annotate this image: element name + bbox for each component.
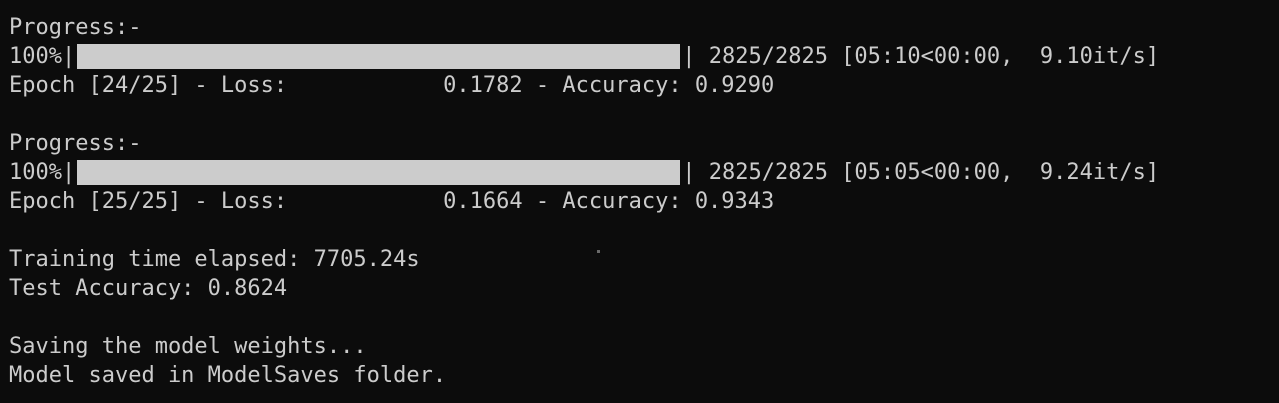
saved-message: Model saved in ModelSaves folder. bbox=[9, 363, 447, 388]
bar-left-edge: | bbox=[61, 160, 76, 185]
progress-bar-fill bbox=[77, 44, 681, 69]
progress-stats: 2825/2825 [05:10<00:00, 9.10it/s] bbox=[708, 44, 1160, 69]
saving-message: Saving the model weights... bbox=[9, 334, 367, 359]
progress-percent: 100% bbox=[9, 44, 62, 69]
progress-label: Progress:- bbox=[9, 15, 142, 40]
progress-bar bbox=[77, 44, 681, 69]
progress-percent: 100% bbox=[9, 160, 62, 185]
training-time: Training time elapsed: 7705.24s bbox=[9, 247, 420, 272]
terminal-output[interactable]: Progress:- 100% | | 2825/2825 [05:10<00:00… bbox=[0, 0, 1279, 403]
epoch-line: Epoch [25/25] - Loss: 0.1664 - Accuracy: … bbox=[9, 187, 774, 216]
test-accuracy: Test Accuracy: 0.8624 bbox=[9, 276, 288, 301]
bar-left-edge: | bbox=[61, 44, 76, 69]
epoch-metrics: 0.1782 - Accuracy: 0.9290 bbox=[443, 73, 775, 98]
progress-label: Progress:- bbox=[9, 131, 142, 156]
bar-right-edge: | bbox=[682, 160, 696, 185]
stray-pixel bbox=[597, 250, 600, 253]
epoch-line: Epoch [24/25] - Loss: 0.1782 - Accuracy: … bbox=[9, 71, 774, 100]
epoch-metrics: 0.1664 - Accuracy: 0.9343 bbox=[443, 189, 775, 214]
progress-line: 100% | | 2825/2825 [05:05<00:00, 9.24it/s] bbox=[9, 158, 1159, 187]
progress-line: 100% | | 2825/2825 [05:10<00:00, 9.10it/s] bbox=[9, 42, 1159, 71]
progress-stats: 2825/2825 [05:05<00:00, 9.24it/s] bbox=[708, 160, 1160, 185]
progress-bar-fill bbox=[77, 160, 681, 185]
epoch-label: Epoch [25/25] - Loss: bbox=[9, 189, 288, 214]
epoch-label: Epoch [24/25] - Loss: bbox=[9, 73, 288, 98]
bar-right-edge: | bbox=[682, 44, 696, 69]
progress-bar bbox=[77, 160, 681, 185]
